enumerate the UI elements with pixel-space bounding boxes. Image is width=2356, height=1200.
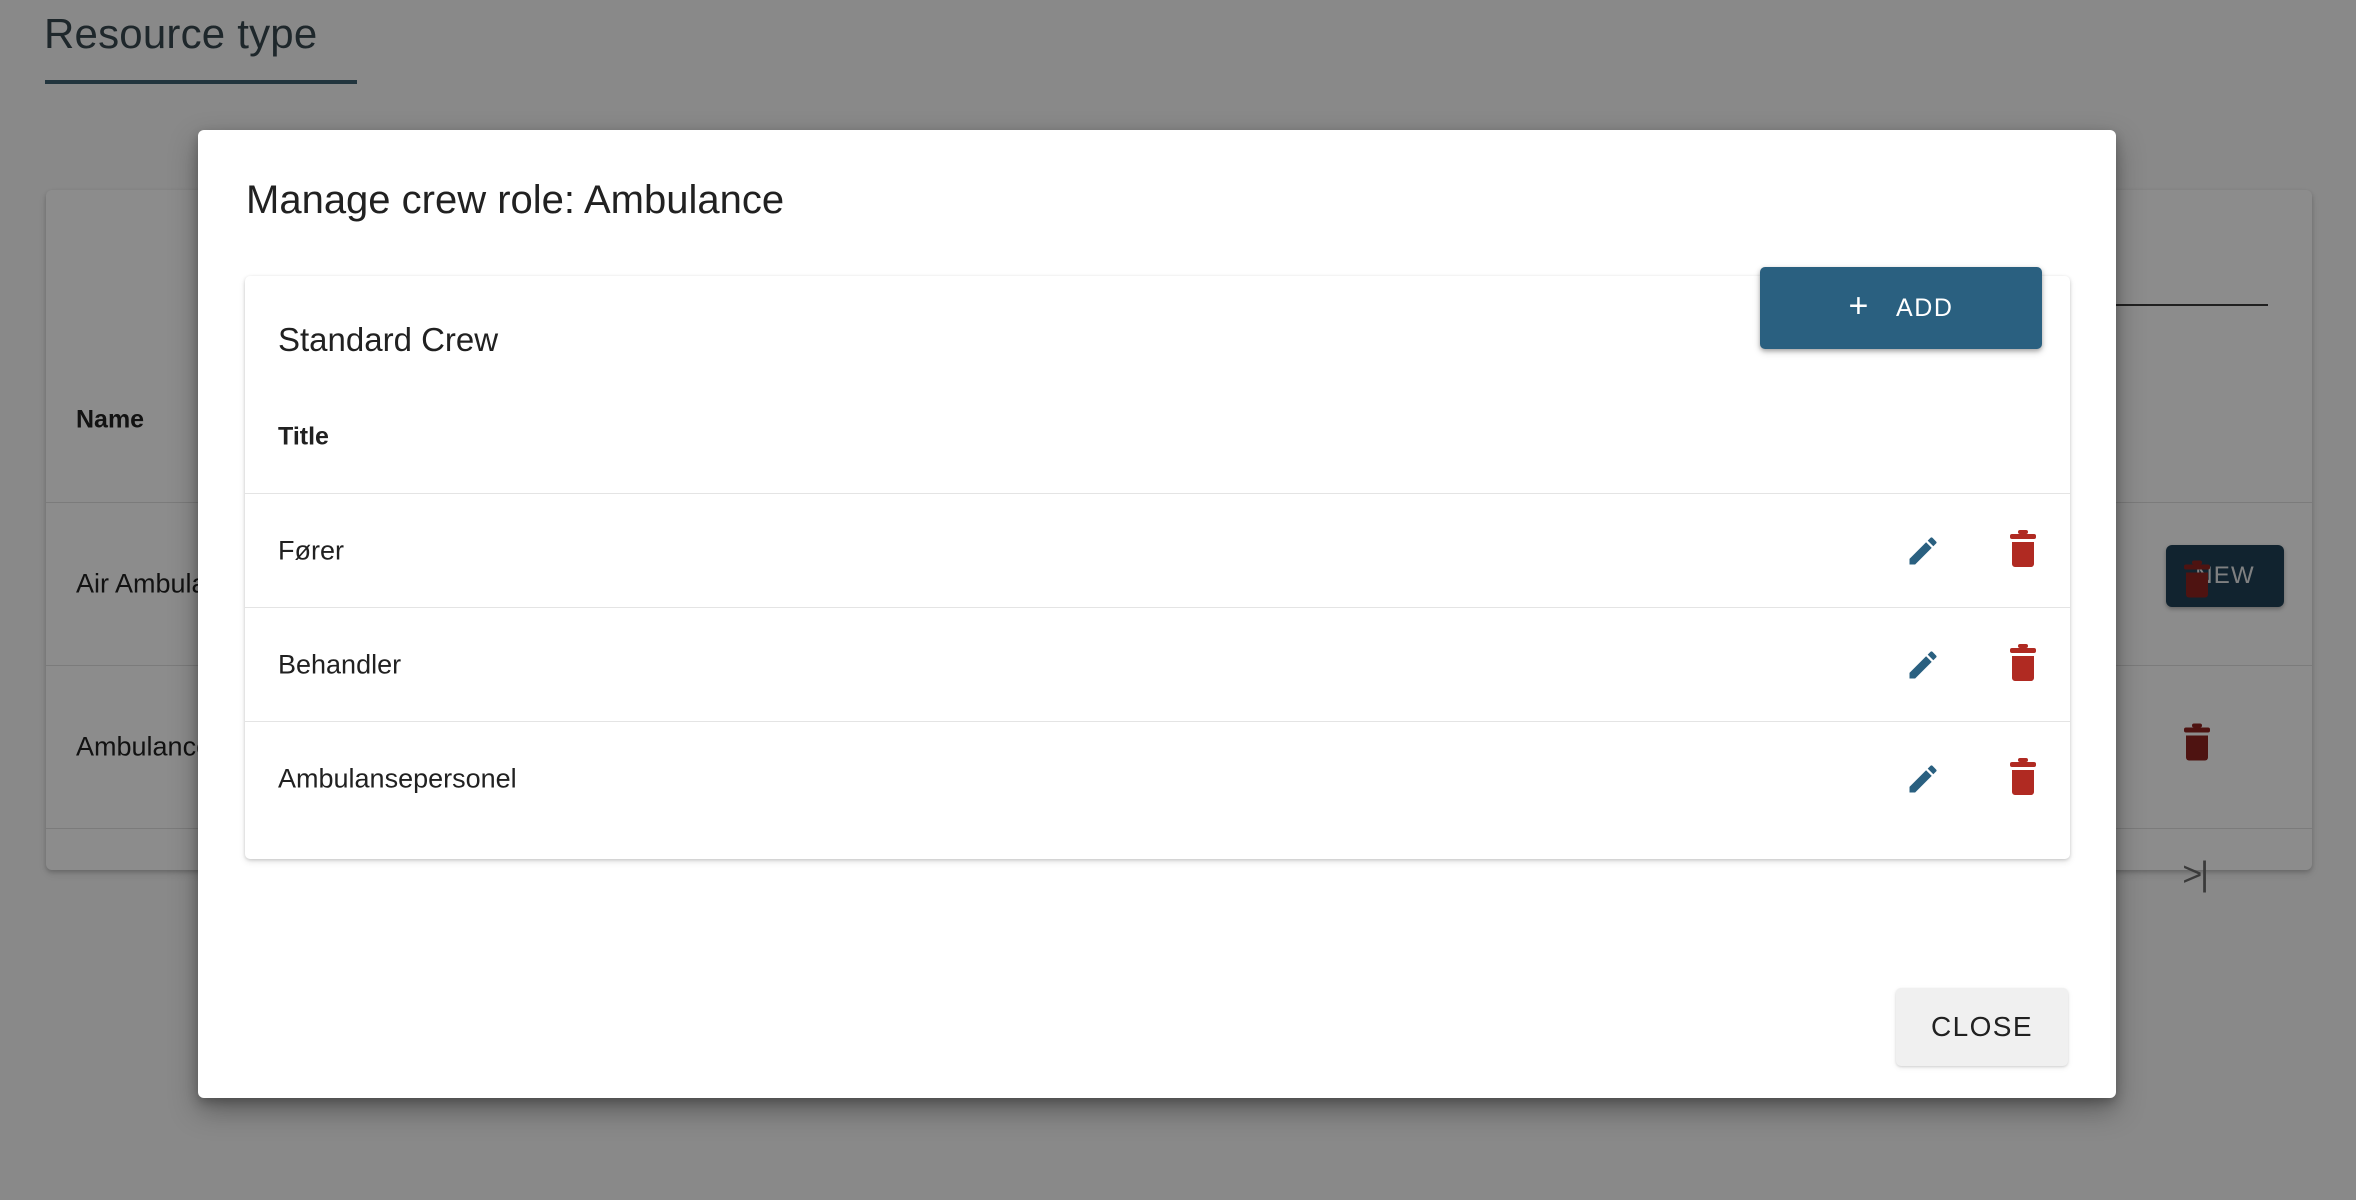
edit-button[interactable] xyxy=(1902,644,1944,686)
edit-button[interactable] xyxy=(1902,758,1944,800)
crew-role-title: Behandler xyxy=(278,649,402,679)
pencil-icon xyxy=(1909,765,1937,793)
crew-list: Fører Behandler Ambulansepersonel xyxy=(245,494,2070,836)
column-header-title: Title xyxy=(278,422,329,451)
add-button[interactable]: + ADD xyxy=(1760,267,2042,349)
close-button[interactable]: CLOSE xyxy=(1896,988,2068,1066)
crew-list-item[interactable]: Ambulansepersonel xyxy=(245,722,2070,836)
crew-role-title: Fører xyxy=(278,535,344,565)
manage-crew-role-dialog: Manage crew role: Ambulance Standard Cre… xyxy=(198,130,2116,1098)
crew-card: Standard Crew Title + ADD Fører Behandle… xyxy=(245,267,2070,859)
crew-row-actions xyxy=(1902,529,2044,572)
crew-row-actions xyxy=(1902,643,2044,686)
crew-list-item[interactable]: Behandler xyxy=(245,608,2070,722)
trash-icon xyxy=(2008,758,2038,796)
crew-list-item[interactable]: Fører xyxy=(245,494,2070,608)
crew-list-header: Title + ADD xyxy=(245,267,2070,494)
add-button-label: ADD xyxy=(1895,293,1954,322)
dialog-title: Manage crew role: Ambulance xyxy=(246,178,785,222)
plus-icon: + xyxy=(1848,287,1870,325)
delete-button[interactable] xyxy=(2002,529,2044,572)
trash-icon xyxy=(2008,529,2038,568)
crew-role-title: Ambulansepersonel xyxy=(278,763,517,794)
crew-name: Standard Crew xyxy=(278,321,499,358)
edit-button[interactable] xyxy=(1902,530,1944,572)
crew-row-actions xyxy=(1902,758,2044,800)
delete-button[interactable] xyxy=(2002,643,2044,686)
page-root: Resource type NEW Name Air Ambulance Amb… xyxy=(0,0,2356,1200)
pencil-icon xyxy=(1909,536,1937,564)
delete-button[interactable] xyxy=(2002,758,2044,800)
pencil-icon xyxy=(1909,650,1937,678)
trash-icon xyxy=(2008,643,2038,682)
